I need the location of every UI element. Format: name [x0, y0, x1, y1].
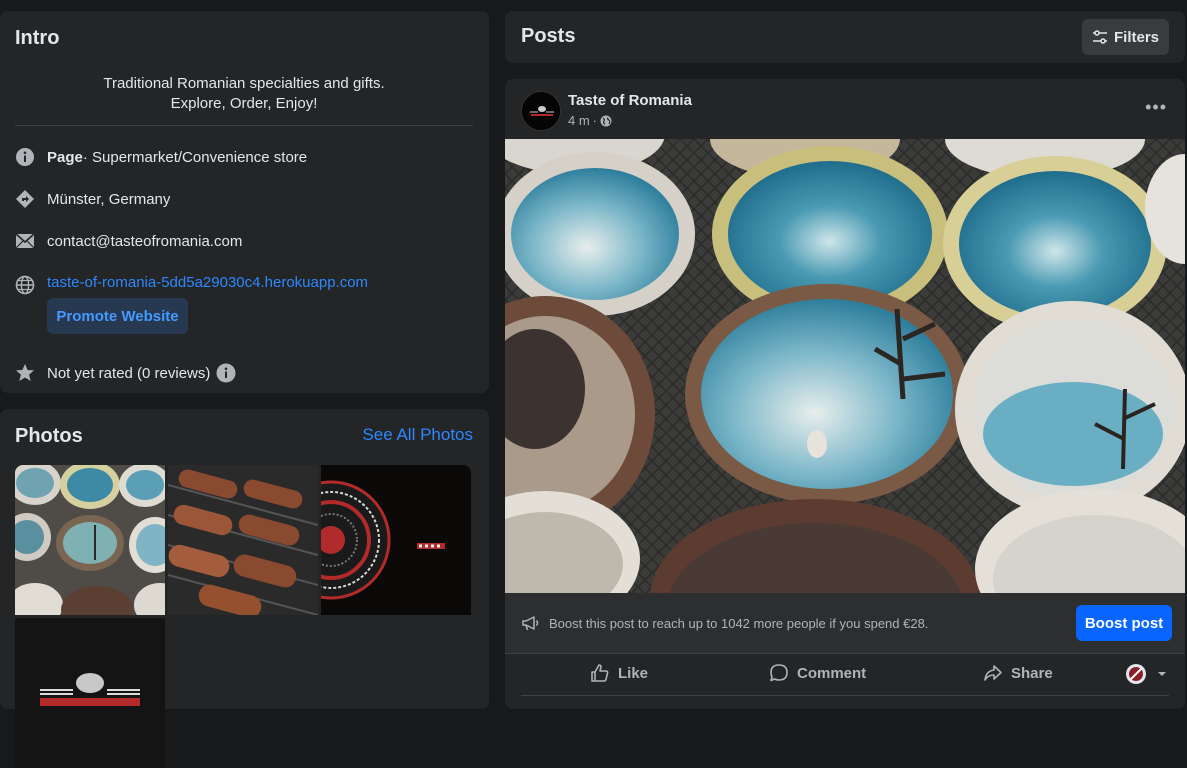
comment-label: Comment: [797, 664, 867, 682]
website-link[interactable]: taste-of-romania-5dd5a29030c4.herokuapp.…: [47, 274, 368, 291]
post-time[interactable]: 4 m: [568, 113, 590, 128]
share-label: Share: [1011, 664, 1053, 682]
photos-card: Photos See All Photos: [0, 409, 489, 768]
comment-icon: [770, 664, 788, 682]
divider: [15, 125, 473, 126]
filters-button[interactable]: Filters: [1082, 19, 1169, 55]
photo-thumbnail[interactable]: [168, 465, 318, 615]
see-all-photos-link[interactable]: See All Photos: [362, 425, 473, 445]
posts-title: Posts: [521, 25, 576, 47]
email-row: contact@tasteofromania.com: [15, 231, 242, 251]
globe-icon: [15, 275, 35, 295]
boost-text: Boost this post to reach up to 1042 more…: [521, 614, 928, 632]
promote-website-button[interactable]: Promote Website: [47, 298, 188, 334]
location-text: Münster, Germany: [47, 190, 171, 208]
posts-header: Posts Filters: [505, 11, 1185, 63]
filters-icon: [1092, 30, 1107, 44]
filters-label: Filters: [1113, 28, 1159, 46]
location-icon: [15, 189, 35, 209]
post-meta: 4 m ·: [568, 113, 612, 128]
location-row: Münster, Germany: [15, 189, 170, 209]
boost-post-button[interactable]: Boost post: [1076, 605, 1172, 641]
rating-info-icon[interactable]: [216, 363, 236, 383]
divider: [521, 695, 1169, 696]
photo-thumbnail[interactable]: [321, 465, 471, 615]
megaphone-icon: [522, 616, 539, 631]
more-options-icon[interactable]: •••: [1145, 97, 1167, 118]
rating-text: Not yet rated (0 reviews): [47, 364, 211, 382]
share-icon: [984, 665, 1002, 681]
boost-bar: Boost this post to reach up to 1042 more…: [505, 593, 1185, 654]
intro-description: Traditional Romanian specialties and gif…: [15, 74, 473, 114]
boost-message: Boost this post to reach up to 1042 more…: [549, 615, 929, 631]
page-avatar-icon: [1126, 664, 1146, 684]
intro-title: Intro: [15, 27, 60, 49]
post-image[interactable]: [505, 139, 1185, 593]
photo-thumbnail[interactable]: [15, 618, 165, 768]
website-row: taste-of-romania-5dd5a29030c4.herokuapp.…: [15, 269, 368, 295]
thumbs-up-icon: [591, 664, 609, 682]
post-as-selector[interactable]: [1125, 663, 1175, 685]
category-label: Page: [47, 148, 83, 166]
rating-row: Not yet rated (0 reviews): [15, 363, 236, 383]
like-button[interactable]: Like: [590, 663, 648, 683]
photos-title: Photos: [15, 425, 83, 447]
comment-button[interactable]: Comment: [769, 663, 866, 683]
info-icon: [15, 147, 35, 167]
category-value: · Supermarket/Convenience store: [82, 148, 308, 166]
post-actions: Like Comment Share: [505, 655, 1185, 695]
category-row: Page · Supermarket/Convenience store: [15, 147, 307, 167]
star-icon: [15, 363, 35, 383]
share-button[interactable]: Share: [983, 663, 1053, 683]
intro-description-line: Traditional Romanian specialties and gif…: [103, 75, 385, 92]
photo-thumbnail[interactable]: [15, 465, 165, 615]
intro-card: Intro Traditional Romanian specialties a…: [0, 11, 489, 393]
mail-icon: [15, 231, 35, 251]
avatar[interactable]: [521, 91, 561, 131]
post-card: Taste of Romania 4 m · ••• Boost this po…: [505, 79, 1185, 709]
like-label: Like: [618, 664, 649, 682]
intro-description-line: Explore, Order, Enjoy!: [170, 95, 318, 112]
chevron-down-icon: [1158, 672, 1166, 676]
email-text[interactable]: contact@tasteofromania.com: [47, 233, 242, 250]
post-author[interactable]: Taste of Romania: [568, 92, 692, 109]
public-globe-icon: [600, 115, 612, 126]
